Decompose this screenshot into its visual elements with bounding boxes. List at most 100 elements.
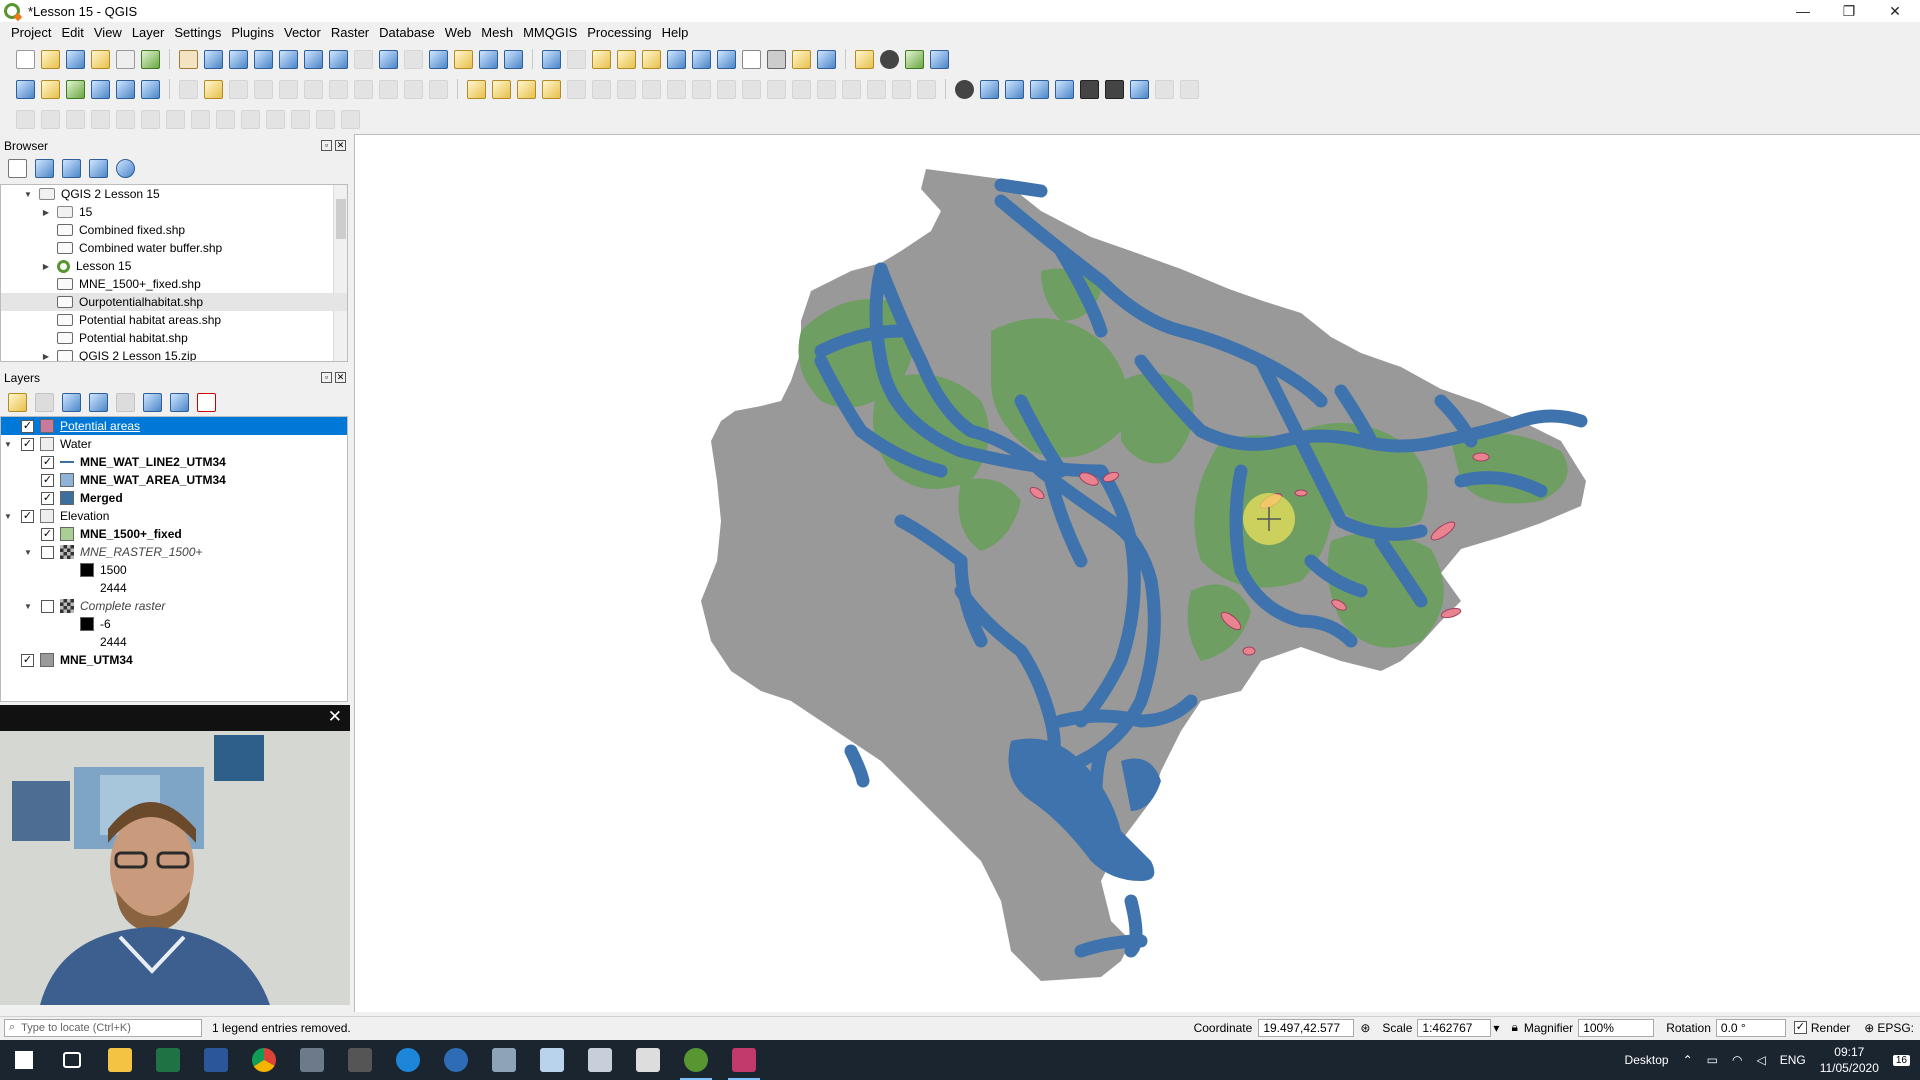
rotate-features-icon[interactable] [767,79,786,99]
layer-item[interactable]: 1500 [1,561,347,579]
clock[interactable]: 09:17 11/05/2020 [1820,1044,1879,1076]
open-project-icon[interactable] [41,49,60,69]
map-tips-icon[interactable] [792,49,811,69]
vertex-tool-icon[interactable] [279,79,298,99]
circle-icon[interactable] [41,109,60,129]
add-selected-layers-icon[interactable] [8,158,27,178]
toggle-extents-icon[interactable]: ⊛ [1360,1021,1370,1035]
merge-features-icon[interactable] [742,79,761,99]
style-manager-icon[interactable] [141,49,160,69]
layer-visibility-checkbox[interactable]: ✓ [21,437,34,451]
add-group-icon[interactable] [35,392,54,412]
layer-item[interactable]: 2444 [1,633,347,651]
recorder-app[interactable] [720,1040,768,1080]
undo-icon[interactable] [404,79,423,99]
close-button[interactable]: ✕ [1872,0,1918,22]
browser-item[interactable]: ▶ QGIS 2 Lesson 15.zip [1,347,347,361]
render-checkbox[interactable]: ✓ [1793,1021,1807,1034]
python-console-icon[interactable] [855,49,874,69]
excel-app[interactable] [144,1040,192,1080]
rotation-field[interactable]: 0.0 ° [1715,1018,1786,1037]
info-icon[interactable] [116,158,135,178]
delete-selected-icon[interactable] [304,79,323,99]
chevron-up-icon[interactable]: ⌃ [1683,1053,1693,1067]
edit-icon[interactable] [179,79,198,99]
statistics-icon[interactable] [742,49,761,69]
edge-app[interactable] [384,1040,432,1080]
zoom-next-icon[interactable] [404,49,423,69]
magnifier-field[interactable]: 100% [1578,1018,1655,1037]
browser-item[interactable]: Potential habitat.shp [1,329,347,347]
advanced-digitize-icon[interactable] [1005,79,1024,99]
layer-visibility-checkbox[interactable]: ✓ [41,491,54,505]
browser-item[interactable]: MNE_1500+_fixed.shp [1,275,347,293]
new-map-view-icon[interactable] [429,49,448,69]
collapse-all-icon[interactable] [89,158,108,178]
redo-icon[interactable] [429,79,448,99]
arc-icon[interactable] [141,109,160,129]
print-layout-icon[interactable] [116,49,135,69]
locator-search-input[interactable]: ⌕ Type to locate (Ctrl+K) [4,1018,202,1037]
layer-visibility-checkbox[interactable]: ✓ [21,653,34,667]
layer-visibility-checkbox[interactable]: ✓ [21,419,34,433]
scale-dropdown-icon[interactable]: ▾ [1493,1021,1499,1035]
snapping-icon[interactable] [955,79,974,99]
menu-view[interactable]: View [89,25,127,40]
split-features-icon[interactable] [717,79,736,99]
run-action-icon[interactable] [567,49,586,69]
georeference-icon[interactable] [1130,79,1149,99]
split-parts-icon[interactable] [1055,79,1074,99]
remote-app[interactable] [576,1040,624,1080]
notification-count[interactable]: 16 [1892,1054,1910,1066]
battery-icon[interactable]: ▭ [1707,1053,1718,1067]
layer-visibility-checkbox[interactable]: ✓ [21,509,34,523]
align-icon[interactable] [266,109,285,129]
new-virtual-layer-icon[interactable] [141,79,160,99]
menu-processing[interactable]: Processing [582,25,656,40]
browser-item[interactable]: Combined water buffer.shp [1,239,347,257]
expand-all-icon[interactable] [143,392,162,412]
layer-item[interactable]: ▼ ✓ Water [1,435,347,453]
shape-digitize-icon[interactable] [1030,79,1049,99]
comment-icon[interactable] [316,109,335,129]
text-icon[interactable] [291,109,310,129]
curve-icon[interactable] [191,109,210,129]
tracing-icon[interactable] [980,79,999,99]
layer-item[interactable]: ✓ MNE_1500+_fixed [1,525,347,543]
pan-icon[interactable] [179,49,198,69]
menu-layer[interactable]: Layer [127,25,170,40]
zoom-layer-icon[interactable] [329,49,348,69]
deselect-icon[interactable] [642,49,661,69]
measure-icon[interactable] [767,49,786,69]
label-pin-icon[interactable] [492,79,511,99]
maximize-button[interactable]: ❐ [1826,0,1872,22]
label-move-icon[interactable] [542,79,561,99]
measure-line-icon[interactable] [1080,79,1099,99]
marker-icon[interactable] [341,109,360,129]
rectangle-icon[interactable] [91,109,110,129]
paste-icon[interactable] [379,79,398,99]
new-shapefile-icon[interactable] [66,79,85,99]
layer-item[interactable]: ✓ MNE_WAT_AREA_UTM34 [1,471,347,489]
new-project-icon[interactable] [16,49,35,69]
remove-layer-icon[interactable] [197,392,216,412]
identify-icon[interactable] [542,49,561,69]
digitize-icon[interactable] [642,79,661,99]
new-geopackage-icon[interactable] [41,79,60,99]
fill-ring-icon[interactable] [867,79,886,99]
chevron-down-icon[interactable]: ▼ [3,512,13,521]
polygon-regular-icon[interactable] [116,109,135,129]
zoom-last-icon[interactable] [379,49,398,69]
field-calculator-icon[interactable] [692,49,711,69]
layer-visibility-checkbox[interactable] [41,545,54,559]
menu-database[interactable]: Database [374,25,440,40]
menu-web[interactable]: Web [440,25,477,40]
filter-expression-icon[interactable] [116,392,135,412]
crs-label[interactable]: EPSG: [1877,1021,1914,1035]
language-indicator[interactable]: ENG [1780,1053,1806,1067]
add-ring-icon[interactable] [817,79,836,99]
close-panel-icon[interactable]: ✕ [335,372,346,383]
manage-themes-icon[interactable] [62,392,81,412]
7zip-app[interactable] [624,1040,672,1080]
layer-visibility-checkbox[interactable]: ✓ [41,527,54,541]
